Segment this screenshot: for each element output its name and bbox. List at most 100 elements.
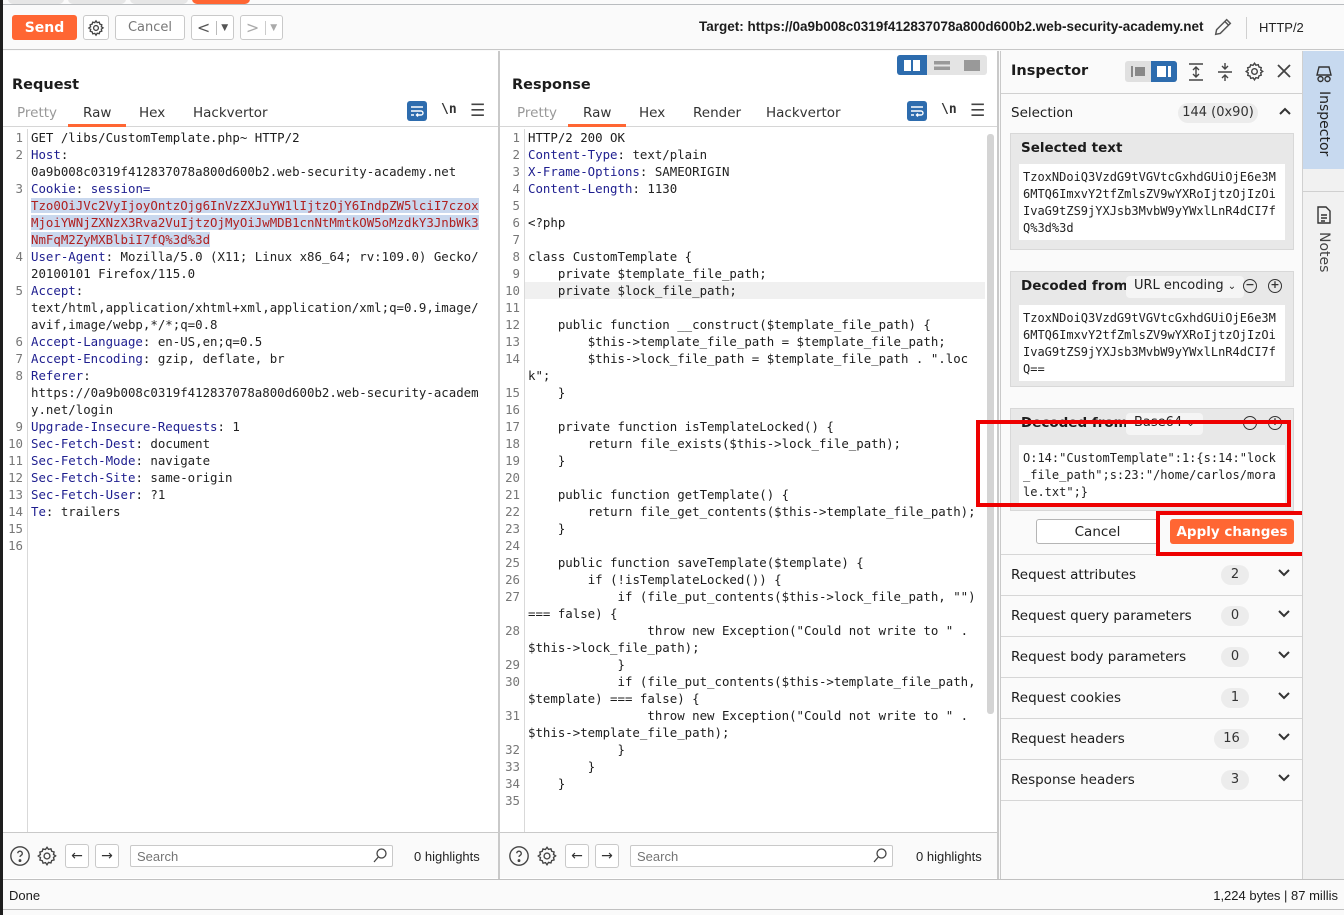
collapse-all-button[interactable]	[1216, 62, 1234, 86]
tab-pretty[interactable]: Pretty	[17, 105, 57, 125]
help-button[interactable]	[9, 845, 31, 871]
inspector-layout-left-button[interactable]	[1125, 61, 1151, 82]
tab-hex[interactable]: Hex	[639, 105, 665, 125]
line-number: 4	[15, 249, 23, 264]
edit-target-button[interactable]	[1212, 16, 1234, 42]
inspector-layout-right-button[interactable]	[1151, 61, 1177, 82]
layout-tabs-button[interactable]	[957, 55, 987, 75]
forward-history-button[interactable]: > ▼	[240, 15, 283, 40]
remove-decoding-button[interactable]: −	[1243, 416, 1257, 430]
previous-match-button[interactable]: ←	[65, 844, 89, 868]
request-search[interactable]	[130, 845, 393, 867]
inspector-splitter[interactable]	[997, 51, 999, 879]
section-response-headers[interactable]: Response headers 3	[1001, 760, 1302, 801]
apply-changes-button[interactable]: Apply changes	[1170, 519, 1294, 544]
header-name: Accept	[31, 283, 76, 298]
selection-collapse-button[interactable]	[1278, 105, 1292, 120]
close-inspector-button[interactable]	[1275, 62, 1293, 84]
layout-stacked-button[interactable]	[927, 55, 957, 75]
code-line: 5	[513, 197, 985, 214]
encoding-select-value: Base64	[1134, 415, 1183, 430]
inspector-settings-button[interactable]	[1244, 61, 1265, 86]
layout-side-by-side-button[interactable]	[897, 55, 927, 75]
section-request-headers[interactable]: Request headers 16	[1001, 719, 1302, 760]
cancel-button[interactable]: Cancel	[115, 15, 185, 40]
protocol-label[interactable]: HTTP/2	[1259, 20, 1304, 35]
repeater-tab[interactable]	[130, 0, 188, 4]
line-number: 1	[15, 130, 23, 145]
next-match-button[interactable]: →	[95, 844, 119, 868]
hamburger-icon: ☰	[970, 101, 986, 121]
line-number: 30	[505, 674, 520, 689]
code-line: 17 private function isTemplateLocked() {	[505, 418, 985, 435]
code-text: class CustomTemplate {	[528, 249, 693, 264]
search-input[interactable]	[131, 846, 353, 867]
side-tab-label: Notes	[1316, 232, 1332, 273]
encoding-select[interactable]: URL encoding ⌄	[1126, 276, 1245, 298]
decoded-url-value[interactable]: TzoxNDoiQ3VzdG9tVGVtcGxhdGUiOjE6e3M6MTQ6…	[1019, 305, 1285, 381]
tab-render[interactable]: Render	[693, 105, 741, 125]
send-button[interactable]: Send	[12, 15, 77, 40]
previous-match-button[interactable]: ←	[565, 844, 589, 868]
header-name: Accept-Encoding	[31, 351, 143, 366]
chevron-right-icon: >	[245, 18, 260, 37]
cancel-changes-button[interactable]: Cancel	[1036, 519, 1159, 544]
repeater-tab[interactable]	[68, 0, 126, 4]
remove-decoding-button[interactable]: −	[1243, 279, 1257, 293]
line-number: 24	[505, 538, 520, 553]
header-name: Cookie	[31, 181, 76, 196]
repeater-tab[interactable]	[8, 0, 64, 4]
show-newlines-toggle[interactable]: \n	[941, 102, 957, 117]
repeater-tab-active[interactable]	[192, 0, 250, 4]
tab-raw[interactable]: Raw	[567, 105, 628, 127]
section-count: 16	[1214, 729, 1249, 749]
tab-hex[interactable]: Hex	[139, 105, 165, 125]
decoded-base64-value[interactable]: O:14:"CustomTemplate":1:{s:14:"lock_file…	[1019, 445, 1285, 503]
word-wrap-toggle[interactable]	[407, 101, 427, 121]
chevron-left-icon: <	[196, 18, 211, 37]
selected-text-value[interactable]: TzoxNDoiQ3VzdG9tVGVtcGxhdGUiOjE6e3M6MTQ6…	[1019, 164, 1285, 240]
response-scrollbar[interactable]	[987, 134, 994, 714]
editor-menu-button[interactable]: ☰	[970, 101, 985, 121]
side-tab-notes[interactable]: Notes	[1303, 191, 1344, 291]
section-request-query-parameters[interactable]: Request query parameters 0	[1001, 596, 1302, 637]
help-button[interactable]	[508, 845, 530, 871]
encoding-select[interactable]: Base64 ⌄	[1126, 413, 1203, 435]
section-request-cookies[interactable]: Request cookies 1	[1001, 678, 1302, 719]
side-tab-inspector[interactable]: Inspector	[1303, 51, 1344, 169]
next-match-button[interactable]: →	[595, 844, 619, 868]
line-number: 33	[505, 759, 520, 774]
code-line: 22 return file_get_contents($this->templ…	[505, 503, 985, 520]
cookie-value-selected[interactable]: Tzo0OiJVc2VyIjoyOntzOjg6InVzZXJuYW1lIjtz…	[31, 198, 479, 247]
back-history-button[interactable]: < ▼	[191, 15, 234, 40]
tab-raw[interactable]: Raw	[67, 105, 128, 127]
tab-pretty[interactable]: Pretty	[517, 105, 557, 125]
show-newlines-toggle[interactable]: \n	[441, 102, 457, 117]
gear-icon	[1244, 61, 1264, 82]
expand-all-button[interactable]	[1187, 62, 1205, 86]
search-input[interactable]	[631, 846, 853, 867]
word-wrap-toggle[interactable]	[907, 101, 927, 121]
tab-hackvertor[interactable]: Hackvertor	[193, 105, 268, 125]
search-settings-button[interactable]	[36, 845, 58, 871]
code-text: private $lock_file_path;	[528, 283, 737, 298]
settings-button[interactable]	[83, 15, 109, 40]
tab-hackvertor[interactable]: Hackvertor	[766, 105, 841, 125]
section-request-attributes[interactable]: Request attributes 2	[1001, 555, 1302, 596]
response-search[interactable]	[630, 845, 893, 867]
code-line: 16	[505, 401, 985, 418]
code-line: 11	[505, 299, 985, 316]
request-editor[interactable]: 1 GET /libs/CustomTemplate.php~ HTTP/2 2 Ho…	[3, 129, 498, 832]
editor-menu-button[interactable]: ☰	[470, 101, 485, 121]
add-decoding-button[interactable]: +	[1268, 279, 1282, 293]
highlight-count: 0 highlights	[414, 849, 480, 864]
code-text: HTTP/2 200 OK	[528, 130, 625, 145]
search-settings-button[interactable]	[536, 845, 558, 871]
section-count: 1	[1221, 688, 1249, 708]
header-name: Te	[31, 504, 46, 519]
section-request-body-parameters[interactable]: Request body parameters 0	[1001, 637, 1302, 678]
header-value: SAMEORIGIN	[654, 164, 730, 179]
add-decoding-button[interactable]: +	[1268, 416, 1282, 430]
response-editor[interactable]: 1 HTTP/2 200 OK 2 Content-Type: text/plain 3…	[500, 129, 997, 832]
collapse-icon	[1218, 63, 1232, 81]
